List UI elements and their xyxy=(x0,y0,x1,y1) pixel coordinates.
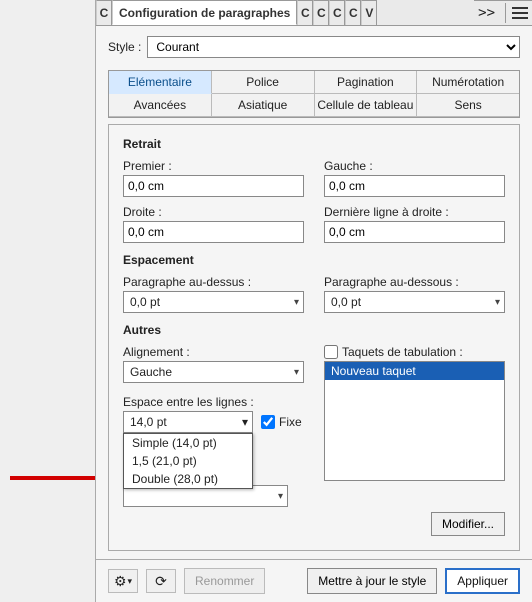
taquet-item-selected[interactable]: Nouveau taquet xyxy=(325,362,504,380)
app-background xyxy=(0,0,95,602)
chevron-down-icon: ▾ xyxy=(294,367,299,378)
dropdown-option-double[interactable]: Double (28,0 pt) xyxy=(124,470,252,488)
tab-overflow-button[interactable]: >> xyxy=(474,5,499,21)
chevron-down-icon: ▾ xyxy=(242,415,248,429)
cat-tab-pagination[interactable]: Pagination xyxy=(315,71,418,94)
espace-lignes-dropdown: Simple (14,0 pt) 1,5 (21,0 pt) Double (2… xyxy=(123,433,253,489)
combo-espace-lignes-value: 14,0 pt xyxy=(130,415,167,429)
fixe-checkbox-row[interactable]: Fixe xyxy=(261,415,302,429)
label-espace-lignes: Espace entre les lignes : xyxy=(123,395,304,409)
cat-tab-numerotation[interactable]: Numérotation xyxy=(417,71,519,94)
modifier-button[interactable]: Modifier... xyxy=(431,512,505,536)
paragraph-config-panel: C Configuration de paragraphes C C C C V… xyxy=(95,0,532,602)
tab-mini-2[interactable]: C xyxy=(313,0,329,25)
combo-au-dessous[interactable]: 0,0 pt ▾ xyxy=(324,291,505,313)
combo-au-dessus-value: 0,0 pt xyxy=(130,295,160,309)
fixe-checkbox[interactable] xyxy=(261,415,275,429)
refresh-button[interactable]: ⟳ xyxy=(146,569,176,593)
tab-mini-5[interactable]: V xyxy=(361,0,377,25)
cat-tab-avancees[interactable]: Avancées xyxy=(109,94,212,117)
tab-mini-left[interactable]: C xyxy=(96,0,112,25)
refresh-icon: ⟳ xyxy=(155,573,167,590)
gear-dropdown-button[interactable]: ⚙▾ xyxy=(108,569,138,593)
chevron-down-icon: ▾ xyxy=(128,576,133,587)
tab-main-config[interactable]: Configuration de paragraphes xyxy=(112,0,297,25)
label-au-dessus: Paragraphe au-dessus : xyxy=(123,275,304,289)
label-au-dessous: Paragraphe au-dessous : xyxy=(324,275,505,289)
label-derniere: Dernière ligne à droite : xyxy=(324,205,505,219)
label-alignement: Alignement : xyxy=(123,345,304,359)
taquets-checkbox[interactable] xyxy=(324,345,338,359)
combo-espace-lignes[interactable]: 14,0 pt ▾ xyxy=(123,411,253,433)
chevron-down-icon: ▾ xyxy=(495,297,500,308)
chevron-down-icon: ▾ xyxy=(294,297,299,308)
label-gauche: Gauche : xyxy=(324,159,505,173)
section-autres-title: Autres xyxy=(123,323,505,337)
input-premier[interactable] xyxy=(123,175,304,197)
panel-menu-icon[interactable] xyxy=(512,6,528,20)
input-gauche[interactable] xyxy=(324,175,505,197)
section-espacement-title: Espacement xyxy=(123,253,505,267)
tab-mini-1[interactable]: C xyxy=(297,0,313,25)
label-droite: Droite : xyxy=(123,205,304,219)
combo-alignement[interactable]: Gauche ▾ xyxy=(123,361,304,383)
combo-alignement-value: Gauche xyxy=(130,365,172,379)
cat-tab-cellule[interactable]: Cellule de tableau xyxy=(315,94,418,117)
taquets-listbox[interactable]: Nouveau taquet xyxy=(324,361,505,481)
style-row: Style : Courant xyxy=(108,36,520,58)
update-style-button[interactable]: Mettre à jour le style xyxy=(307,568,437,594)
fixe-label: Fixe xyxy=(279,415,302,429)
form-area: Retrait Premier : Gauche : Droite : Dern… xyxy=(108,124,520,551)
section-retrait-title: Retrait xyxy=(123,137,505,151)
cat-tab-police[interactable]: Police xyxy=(212,71,315,94)
cat-tab-elementaire[interactable]: Elémentaire xyxy=(109,71,212,94)
taquets-checkbox-row[interactable]: Taquets de tabulation : xyxy=(324,345,505,359)
style-label: Style : xyxy=(108,40,141,54)
style-select[interactable]: Courant xyxy=(147,36,520,58)
cat-tab-asiatique[interactable]: Asiatique xyxy=(212,94,315,117)
combo-au-dessus[interactable]: 0,0 pt ▾ xyxy=(123,291,304,313)
input-derniere[interactable] xyxy=(324,221,505,243)
dropdown-option-simple[interactable]: Simple (14,0 pt) xyxy=(124,434,252,452)
annotation-arrow xyxy=(10,476,102,480)
tab-mini-3[interactable]: C xyxy=(329,0,345,25)
tabstrip-separator xyxy=(505,3,506,23)
apply-button[interactable]: Appliquer xyxy=(445,568,520,594)
input-droite[interactable] xyxy=(123,221,304,243)
tab-mini-4[interactable]: C xyxy=(345,0,361,25)
combo-au-dessous-value: 0,0 pt xyxy=(331,295,361,309)
gear-icon: ⚙ xyxy=(114,573,127,590)
chevron-down-icon: ▾ xyxy=(278,491,283,502)
cat-tab-sens[interactable]: Sens xyxy=(417,94,519,117)
rename-button: Renommer xyxy=(184,568,265,594)
taquets-label: Taquets de tabulation : xyxy=(342,345,463,359)
panel-tabstrip: C Configuration de paragraphes C C C C V… xyxy=(96,0,532,26)
bottom-bar: ⚙▾ ⟳ Renommer Mettre à jour le style App… xyxy=(96,559,532,602)
category-tabs: Elémentaire Police Pagination Numérotati… xyxy=(108,70,520,118)
label-premier: Premier : xyxy=(123,159,304,173)
dropdown-option-1-5[interactable]: 1,5 (21,0 pt) xyxy=(124,452,252,470)
